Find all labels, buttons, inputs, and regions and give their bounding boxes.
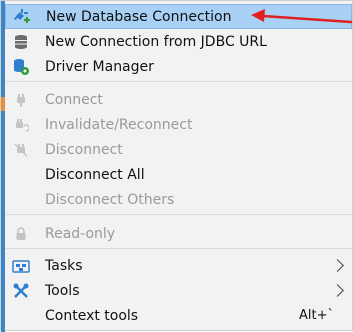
lock-icon xyxy=(11,224,31,244)
plug-icon xyxy=(11,90,31,110)
unplug-icon xyxy=(11,140,31,160)
menu-item-disconnect-others[interactable]: Disconnect Others xyxy=(5,187,352,212)
driver-manager-icon xyxy=(11,57,31,77)
menu-item-label: New Connection from JDBC URL xyxy=(45,33,267,50)
menu-item-label: New Database Connection xyxy=(46,8,232,25)
menu-separator xyxy=(5,214,352,215)
menu-separator xyxy=(5,248,352,249)
menu-separator xyxy=(5,81,352,82)
menu-item-context-tools[interactable]: Context tools Alt+` xyxy=(5,303,352,328)
menu-item-label: Disconnect xyxy=(45,141,123,158)
menu-item-label: Tools xyxy=(45,282,80,299)
menu-item-label: Driver Manager xyxy=(45,58,154,75)
plug-add-icon xyxy=(12,7,32,27)
menu-item-tasks[interactable]: Tasks xyxy=(5,253,352,278)
shortcut-label: Alt+` xyxy=(299,308,334,323)
annotation-arrow-icon xyxy=(251,9,353,24)
reconnect-icon xyxy=(11,115,31,135)
menu-item-label: Context tools xyxy=(45,307,139,324)
menu-item-label: Disconnect Others xyxy=(45,191,175,208)
menu-item-label: Read-only xyxy=(45,225,116,242)
menu-item-invalidate-reconnect[interactable]: Invalidate/Reconnect xyxy=(5,112,352,137)
context-menu: New Database Connection New Connection f… xyxy=(0,0,353,332)
database-stack-icon xyxy=(11,32,31,52)
menu-item-new-connection-jdbc-url[interactable]: New Connection from JDBC URL xyxy=(5,29,352,54)
menu-item-disconnect[interactable]: Disconnect xyxy=(5,137,352,162)
menu-item-label: Disconnect All xyxy=(45,166,145,183)
tools-icon xyxy=(11,281,31,301)
menu-item-disconnect-all[interactable]: Disconnect All xyxy=(5,162,352,187)
menu-item-label: Tasks xyxy=(45,257,83,274)
chevron-right-icon xyxy=(331,259,344,272)
menu-item-label: Connect xyxy=(45,91,103,108)
menu-item-driver-manager[interactable]: Driver Manager xyxy=(5,54,352,79)
menu-item-connect[interactable]: Connect xyxy=(5,87,352,112)
menu-item-label: Invalidate/Reconnect xyxy=(45,116,193,133)
tasks-icon xyxy=(11,256,31,276)
chevron-right-icon xyxy=(331,284,344,297)
menu-item-tools[interactable]: Tools xyxy=(5,278,352,303)
menu-item-read-only[interactable]: Read-only xyxy=(5,221,352,246)
